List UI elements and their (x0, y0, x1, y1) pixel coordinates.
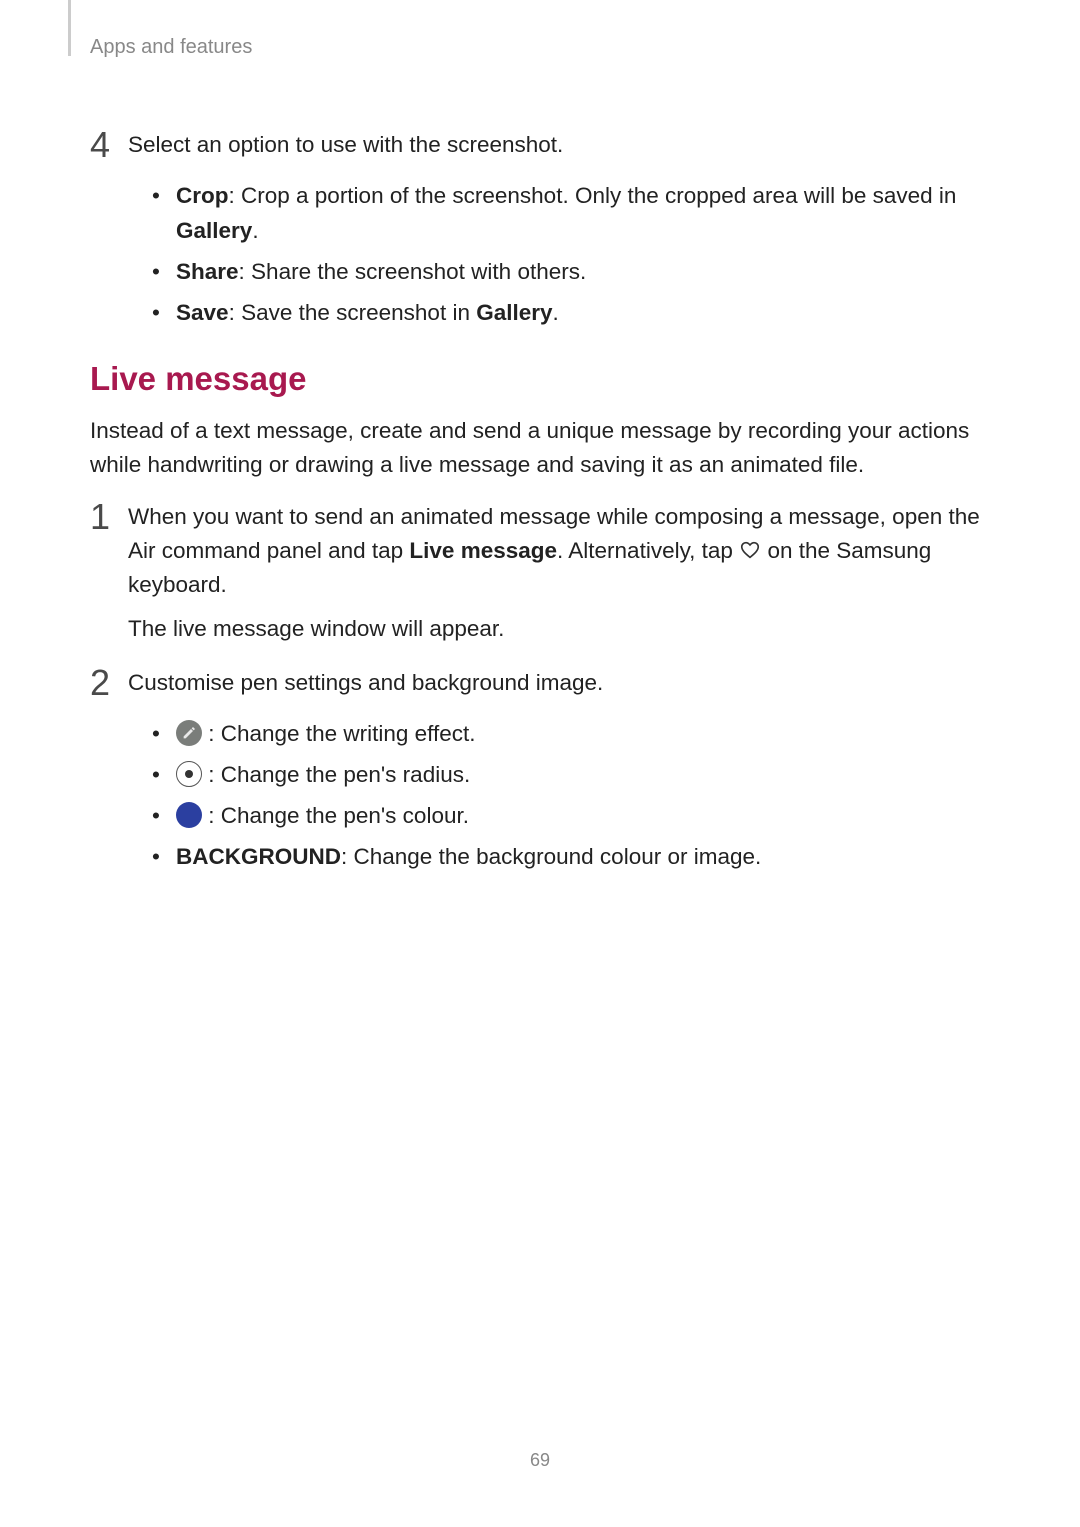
step-text: Customise pen settings and background im… (128, 666, 990, 700)
page-number: 69 (0, 1450, 1080, 1471)
bullet-text: Crop: Crop a portion of the screenshot. … (176, 178, 990, 248)
step-4-bullets: • Crop: Crop a portion of the screenshot… (90, 178, 990, 330)
heart-icon (739, 539, 761, 561)
bullet-item: • : Change the writing effect. (152, 716, 990, 751)
bullet-item: • BACKGROUND: Change the background colo… (152, 839, 990, 874)
section-header: Apps and features (90, 36, 252, 59)
pen-colour-icon (176, 802, 202, 828)
step-follow: The live message window will appear. (128, 612, 990, 646)
pen-effect-icon (176, 720, 202, 746)
bullet-item: • Crop: Crop a portion of the screenshot… (152, 178, 990, 248)
step-1: 1 When you want to send an animated mess… (90, 500, 990, 646)
bullet-text: Share: Share the screenshot with others. (176, 254, 990, 289)
bullet-text: Save: Save the screenshot in Gallery. (176, 295, 990, 330)
intro-paragraph: Instead of a text message, create and se… (90, 414, 990, 482)
header-rule (68, 0, 71, 56)
bullet-dot: • (152, 757, 176, 792)
step-text: Select an option to use with the screens… (128, 128, 990, 162)
bullet-text: : Change the pen's colour. (176, 798, 990, 833)
bullet-text: : Change the writing effect. (176, 716, 990, 751)
heading-live-message: Live message (90, 360, 990, 398)
bullet-dot: • (152, 295, 176, 330)
step-4: 4 Select an option to use with the scree… (90, 128, 990, 162)
bullet-item: • Share: Share the screenshot with other… (152, 254, 990, 289)
pen-radius-icon (176, 761, 202, 787)
bullet-item: • : Change the pen's colour. (152, 798, 990, 833)
page-content: 4 Select an option to use with the scree… (90, 38, 990, 874)
bullet-dot: • (152, 178, 176, 213)
step-2: 2 Customise pen settings and background … (90, 666, 990, 700)
bullet-dot: • (152, 716, 176, 751)
bullet-text: : Change the pen's radius. (176, 757, 990, 792)
bullet-item: • Save: Save the screenshot in Gallery. (152, 295, 990, 330)
bullet-dot: • (152, 798, 176, 833)
bullet-text: BACKGROUND: Change the background colour… (176, 839, 990, 874)
bullet-item: • : Change the pen's radius. (152, 757, 990, 792)
document-page: Apps and features 4 Select an option to … (0, 0, 1080, 1527)
bullet-dot: • (152, 254, 176, 289)
step-number: 2 (90, 666, 128, 700)
step-number: 4 (90, 128, 128, 162)
bullet-dot: • (152, 839, 176, 874)
step-2-bullets: • : Change the writing effect. • : Chang… (90, 716, 990, 874)
step-text: When you want to send an animated messag… (128, 500, 990, 646)
step-number: 1 (90, 500, 128, 646)
